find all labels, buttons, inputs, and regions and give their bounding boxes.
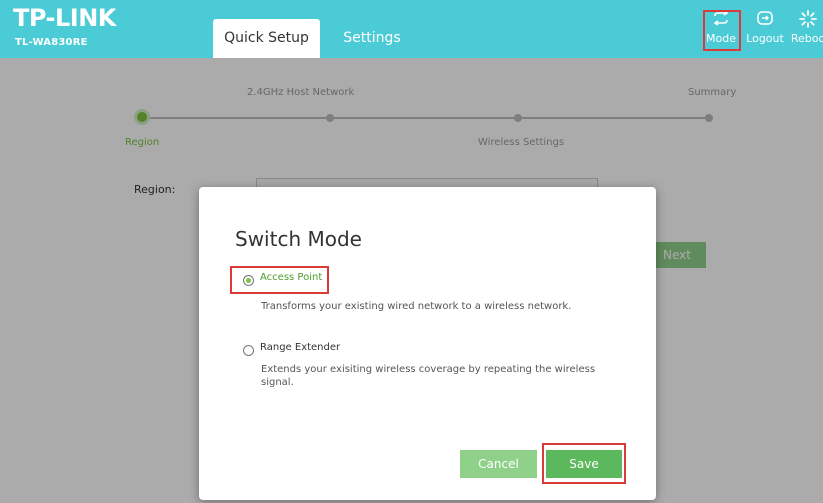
switch-mode-dialog: Switch Mode Access Point Transforms your…: [199, 187, 656, 500]
reboot-button[interactable]: Reboo: [787, 10, 823, 50]
tab-settings[interactable]: Settings: [330, 19, 414, 58]
cancel-button[interactable]: Cancel: [460, 450, 537, 478]
tab-quick-setup[interactable]: Quick Setup: [213, 19, 320, 58]
logout-icon: [744, 10, 786, 32]
logout-button[interactable]: Logout: [744, 10, 786, 50]
model-name: TL-WA830RE: [15, 37, 88, 48]
range-extender-label[interactable]: Range Extender: [260, 342, 340, 353]
reboot-icon: [787, 10, 823, 32]
dialog-title: Switch Mode: [235, 227, 362, 251]
range-extender-radio[interactable]: [243, 345, 254, 356]
logout-label: Logout: [746, 32, 784, 45]
top-bar: TP-LINK TL-WA830RE Quick Setup Settings …: [0, 0, 823, 58]
highlight-mode: [703, 10, 741, 51]
reboot-label: Reboo: [790, 32, 823, 45]
brand-logo: TP-LINK: [13, 4, 116, 32]
highlight-save: [542, 443, 626, 484]
range-extender-description: Extends your exisiting wireless coverage…: [261, 364, 596, 388]
access-point-description: Transforms your existing wired network t…: [261, 301, 572, 312]
highlight-access-point: [230, 266, 329, 294]
